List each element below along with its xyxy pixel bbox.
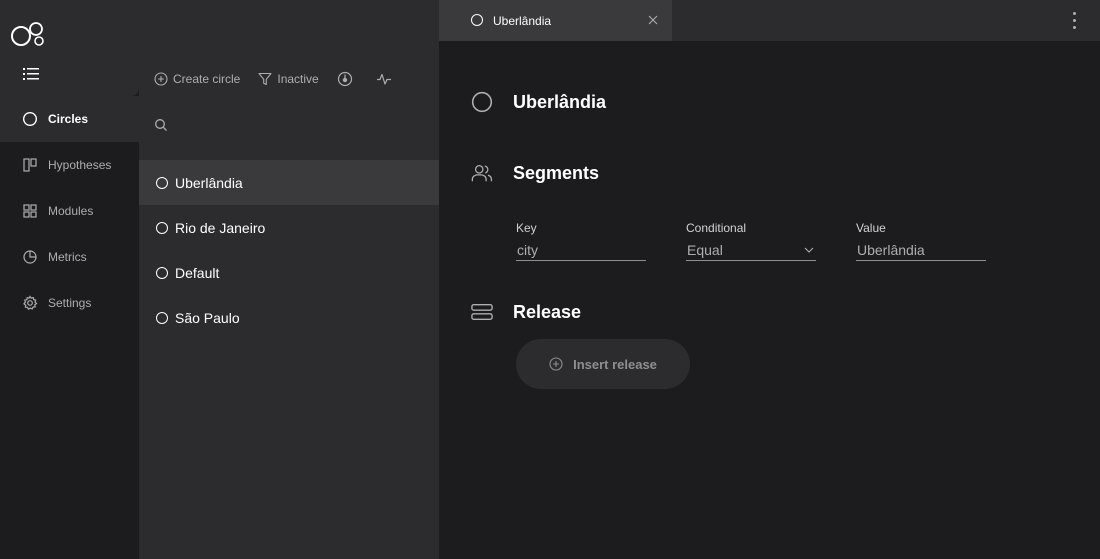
circle-list-item-default[interactable]: Default	[139, 250, 439, 295]
modules-icon	[22, 203, 38, 219]
nav-item-settings[interactable]: Settings	[0, 280, 139, 326]
nav-item-metrics[interactable]: Metrics	[0, 234, 139, 280]
inactive-filter-button[interactable]: Inactive	[258, 72, 319, 86]
more-options-icon[interactable]	[1069, 12, 1079, 29]
conditional-value: Equal	[687, 241, 723, 258]
circle-list-item-rio-de-janeiro[interactable]: Rio de Janeiro	[139, 205, 439, 250]
nav-item-label: Settings	[48, 296, 92, 310]
search-icon	[155, 119, 167, 131]
segment-value-field: Value Uberlândia	[856, 221, 986, 261]
create-circle-label: Create circle	[173, 72, 241, 86]
segment-key-field: Key city	[516, 221, 646, 261]
insert-release-label: Insert release	[573, 356, 657, 372]
users-icon	[471, 162, 493, 184]
tab-label: Uberlândia	[493, 13, 552, 28]
release-icon	[471, 301, 493, 323]
nav-item-label: Circles	[48, 112, 89, 126]
kebab-dot	[1072, 12, 1076, 15]
key-value: city	[517, 241, 538, 258]
key-input[interactable]: city	[516, 239, 646, 261]
tab-bar: Uberlândia	[439, 0, 1100, 41]
circle-matcher-button[interactable]	[337, 71, 358, 87]
circle-icon	[471, 91, 493, 113]
metrics-icon	[22, 249, 38, 265]
plus-circle-icon	[549, 357, 563, 371]
activity-icon	[376, 73, 391, 85]
circle-icon	[156, 266, 168, 279]
key-label: Key	[516, 221, 537, 235]
conditional-label: Conditional	[686, 221, 747, 235]
segments-title: Segments	[513, 162, 600, 183]
circle-title[interactable]: Uberlândia	[513, 92, 606, 113]
plus-circle-icon	[154, 72, 168, 86]
main-navigation: Circles Hypotheses Modules Metrics Setti…	[0, 0, 139, 559]
create-circle-button[interactable]: Create circle	[154, 72, 240, 86]
menu-toggle-icon[interactable]	[23, 67, 39, 81]
nav-header	[0, 0, 139, 96]
circle-icon	[156, 311, 168, 324]
circle-icon	[156, 221, 168, 234]
circle-name: Uberlândia	[175, 174, 243, 191]
circle-title-row: Uberlândia	[471, 91, 606, 113]
search-bar[interactable]	[154, 116, 424, 134]
circles-list-panel: Create circle Inactive Uberlândia Rio de…	[139, 0, 439, 559]
circle-list-item-uberlandia[interactable]: Uberlândia	[139, 160, 439, 205]
settings-icon	[22, 295, 38, 311]
segments-header: Segments	[471, 162, 599, 184]
app-window: Circles Hypotheses Modules Metrics Setti…	[0, 0, 1100, 559]
filter-icon	[258, 72, 272, 86]
hypotheses-icon	[22, 157, 38, 173]
tab-uberlandia[interactable]: Uberlândia	[439, 0, 672, 41]
circle-icon	[156, 176, 168, 189]
circles-toolbar: Create circle Inactive	[154, 70, 415, 88]
release-title: Release	[513, 301, 582, 322]
metrics-activity-button[interactable]	[376, 71, 397, 87]
logo-icon	[11, 22, 44, 46]
nav-item-label: Hypotheses	[48, 158, 112, 172]
insert-release-button[interactable]: Insert release	[516, 339, 690, 389]
segment-conditional-field: Conditional Equal	[686, 221, 816, 261]
nav-item-modules[interactable]: Modules	[0, 188, 139, 234]
nav-item-circles[interactable]: Circles	[0, 96, 139, 142]
kebab-dot	[1072, 19, 1076, 22]
nav-item-hypotheses[interactable]: Hypotheses	[0, 142, 139, 188]
circle-icon	[471, 14, 483, 26]
release-header: Release	[471, 301, 581, 323]
circle-detail-main: Uberlândia Uberlândia Segments Key city …	[439, 0, 1100, 559]
chevron-down-icon	[804, 247, 814, 253]
nav-item-label: Metrics	[48, 250, 87, 264]
close-icon[interactable]	[648, 15, 658, 25]
search-input[interactable]	[176, 117, 416, 133]
circle-name: Rio de Janeiro	[175, 219, 266, 236]
inactive-filter-label: Inactive	[277, 72, 319, 86]
target-icon	[337, 71, 352, 87]
value-value: Uberlândia	[857, 241, 925, 258]
nav-item-label: Modules	[48, 204, 94, 218]
circle-name: São Paulo	[175, 309, 240, 326]
circle-icon	[22, 111, 38, 127]
conditional-select[interactable]: Equal	[686, 239, 816, 261]
kebab-dot	[1072, 26, 1076, 29]
circle-list-item-sao-paulo[interactable]: São Paulo	[139, 295, 439, 340]
circle-name: Default	[175, 264, 220, 281]
value-label: Value	[856, 221, 886, 235]
value-input[interactable]: Uberlândia	[856, 239, 986, 261]
